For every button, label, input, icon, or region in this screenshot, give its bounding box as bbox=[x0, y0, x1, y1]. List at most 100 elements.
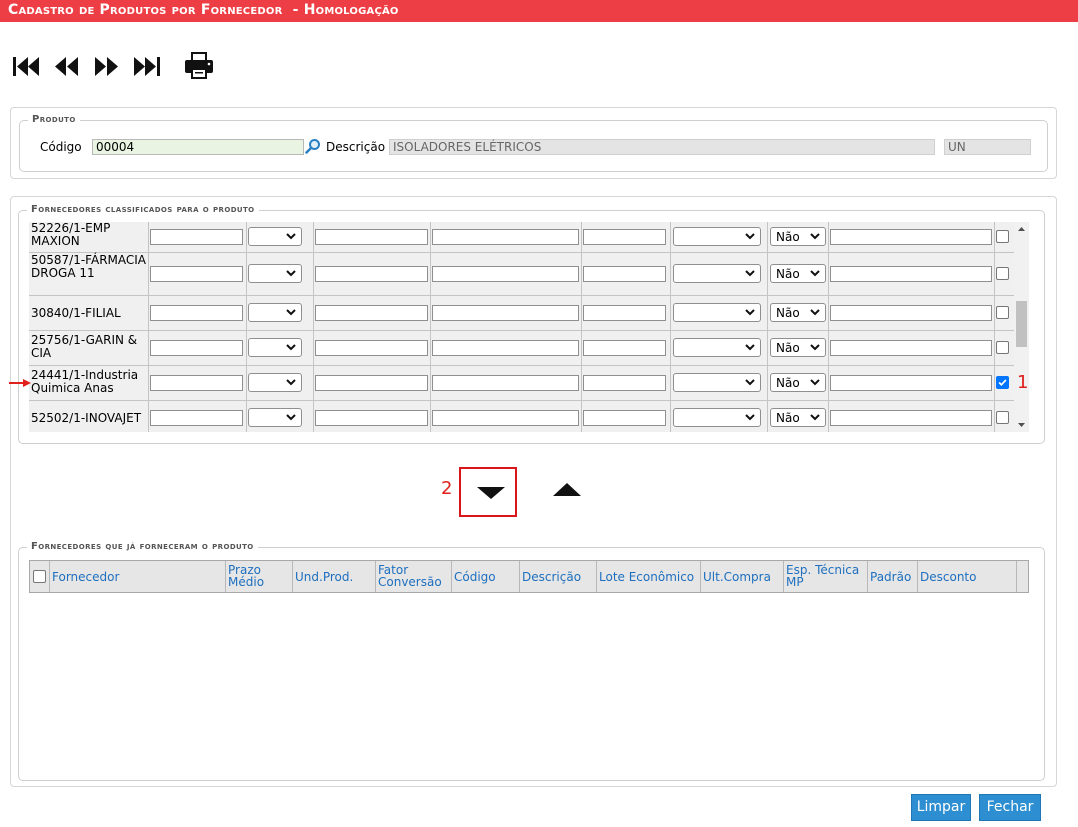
scroll-thumb[interactable] bbox=[1016, 301, 1027, 347]
descricao-label: Descrição bbox=[326, 140, 386, 154]
chevron-down-icon bbox=[286, 230, 296, 242]
grid-text-input[interactable] bbox=[830, 229, 992, 245]
next-record-button[interactable] bbox=[90, 50, 124, 82]
header-codigo[interactable]: Código bbox=[451, 561, 520, 592]
header-prazo-medio[interactable]: Prazo Médio bbox=[225, 561, 293, 592]
grid-text-input[interactable] bbox=[315, 266, 428, 282]
limpar-button[interactable]: Limpar bbox=[911, 794, 971, 821]
move-up-button[interactable] bbox=[550, 481, 584, 497]
grid-text-input[interactable] bbox=[315, 410, 428, 426]
scroll-up-arrow[interactable] bbox=[1014, 222, 1029, 236]
grid-text-input[interactable] bbox=[315, 340, 428, 356]
padrao-select[interactable]: Não bbox=[770, 264, 826, 283]
row-checkbox[interactable] bbox=[996, 267, 1009, 280]
row-checkbox[interactable] bbox=[996, 376, 1009, 389]
scroll-down-arrow[interactable] bbox=[1014, 418, 1029, 432]
header-desconto[interactable]: Desconto bbox=[917, 561, 1017, 592]
grid-select[interactable] bbox=[673, 373, 761, 392]
header-lote-economico[interactable]: Lote Econômico bbox=[596, 561, 701, 592]
grid-text-input[interactable] bbox=[315, 229, 428, 245]
grid-text-input[interactable] bbox=[150, 410, 243, 426]
ja-forneceram-legend: Fornecedores que já forneceram o produto bbox=[27, 541, 258, 552]
grid-text-input[interactable] bbox=[150, 340, 243, 356]
next-icon bbox=[95, 57, 118, 76]
grid-select[interactable] bbox=[673, 408, 761, 427]
grid-select[interactable] bbox=[248, 227, 302, 246]
grid-text-input[interactable] bbox=[432, 266, 579, 282]
header-esp-tecnica-mp[interactable]: Esp. Técnica MP bbox=[783, 561, 868, 592]
window-title: Cadastro de Produtos por Fornecedor - Ho… bbox=[8, 2, 399, 18]
produto-legend: Produto bbox=[28, 114, 80, 125]
row-checkbox[interactable] bbox=[996, 306, 1009, 319]
header-ult-compra[interactable]: Ult.Compra bbox=[700, 561, 784, 592]
padrao-select[interactable]: Não bbox=[770, 408, 826, 427]
print-button[interactable] bbox=[182, 50, 216, 82]
grid-select[interactable] bbox=[248, 373, 302, 392]
grid-text-input[interactable] bbox=[315, 305, 428, 321]
padrao-select[interactable]: Não bbox=[770, 227, 826, 246]
grid-text-input[interactable] bbox=[830, 305, 992, 321]
grid-text-input[interactable] bbox=[830, 375, 992, 391]
grid-select[interactable] bbox=[248, 303, 302, 322]
chevron-down-icon bbox=[810, 376, 820, 388]
grid-text-input[interactable] bbox=[583, 375, 666, 391]
header-descricao[interactable]: Descrição bbox=[519, 561, 597, 592]
grid-text-input[interactable] bbox=[315, 375, 428, 391]
header-padrao[interactable]: Padrão bbox=[867, 561, 918, 592]
fechar-button[interactable]: Fechar bbox=[979, 794, 1041, 821]
move-down-button[interactable] bbox=[474, 484, 508, 500]
grid-text-input[interactable] bbox=[150, 266, 243, 282]
grid-select[interactable] bbox=[248, 408, 302, 427]
header-fornecedor[interactable]: Fornecedor bbox=[49, 561, 226, 592]
header-label: Fornecedor bbox=[52, 570, 120, 584]
select-all-checkbox[interactable] bbox=[33, 570, 46, 583]
header-fator-conversao[interactable]: Fator Conversão bbox=[375, 561, 452, 592]
grid-text-input[interactable] bbox=[432, 375, 579, 391]
row-checkbox[interactable] bbox=[996, 411, 1009, 424]
grid-select[interactable] bbox=[673, 338, 761, 357]
header-select-all-cell bbox=[30, 561, 50, 592]
grid-select[interactable] bbox=[248, 338, 302, 357]
chevron-down-icon bbox=[286, 341, 296, 353]
grid-text-input[interactable] bbox=[583, 305, 666, 321]
classificados-legend: Fornecedores classificados para o produt… bbox=[27, 204, 259, 215]
grid-text-input[interactable] bbox=[432, 410, 579, 426]
supplier-name: 24441/1-Industria Quimica Anas bbox=[31, 368, 139, 395]
chevron-down-icon bbox=[810, 341, 820, 353]
padrao-select[interactable]: Não bbox=[770, 338, 826, 357]
grid-select[interactable] bbox=[673, 227, 761, 246]
grid-text-input[interactable] bbox=[583, 229, 666, 245]
grid-text-input[interactable] bbox=[150, 305, 243, 321]
grid-text-input[interactable] bbox=[583, 340, 666, 356]
grid-text-input[interactable] bbox=[830, 266, 992, 282]
grid-text-input[interactable] bbox=[150, 375, 243, 391]
codigo-input[interactable]: 00004 bbox=[92, 139, 304, 155]
select-value: Não bbox=[776, 306, 800, 320]
supplier-name: 50587/1-FÁRMACIA DROGA 11 bbox=[31, 253, 147, 280]
first-record-button[interactable] bbox=[10, 50, 44, 82]
grid-text-input[interactable] bbox=[432, 305, 579, 321]
grid-text-input[interactable] bbox=[583, 266, 666, 282]
print-icon bbox=[185, 52, 213, 79]
previous-record-button[interactable] bbox=[50, 50, 84, 82]
grid-text-input[interactable] bbox=[583, 410, 666, 426]
header-label: Prazo Médio bbox=[228, 563, 265, 589]
padrao-select[interactable]: Não bbox=[770, 303, 826, 322]
search-icon[interactable] bbox=[305, 138, 321, 154]
grid-text-input[interactable] bbox=[830, 410, 992, 426]
grid-text-input[interactable] bbox=[432, 340, 579, 356]
grid-text-input[interactable] bbox=[830, 340, 992, 356]
triangle-down-icon bbox=[477, 487, 505, 499]
grid-select[interactable] bbox=[248, 264, 302, 283]
classificados-scrollbar[interactable] bbox=[1014, 222, 1029, 432]
grid-select[interactable] bbox=[673, 303, 761, 322]
grid-text-input[interactable] bbox=[150, 229, 243, 245]
grid-select[interactable] bbox=[673, 264, 761, 283]
padrao-select[interactable]: Não bbox=[770, 373, 826, 392]
last-record-button[interactable] bbox=[130, 50, 164, 82]
grid-text-input[interactable] bbox=[432, 229, 579, 245]
row-checkbox[interactable] bbox=[996, 341, 1009, 354]
row-checkbox[interactable] bbox=[996, 230, 1009, 243]
header-und-prod[interactable]: Und.Prod. bbox=[292, 561, 376, 592]
chevron-down-icon bbox=[745, 341, 755, 353]
